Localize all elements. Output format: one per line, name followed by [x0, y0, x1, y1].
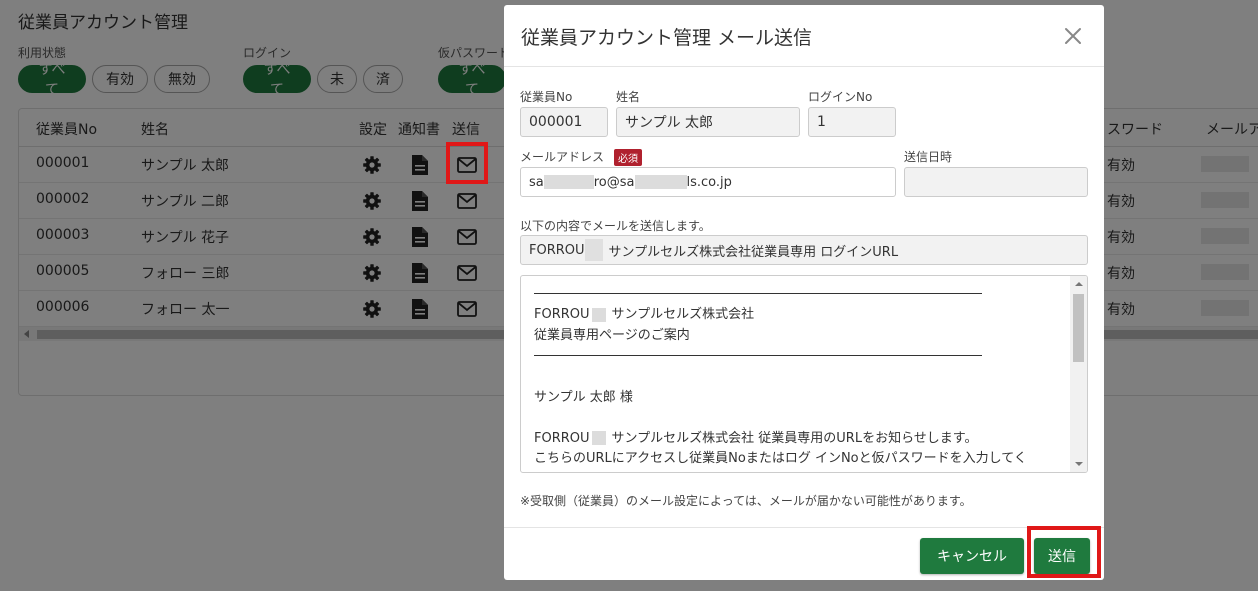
- divider: [534, 293, 982, 294]
- cancel-button[interactable]: キャンセル: [920, 538, 1024, 574]
- send-mail-dialog: 従業員アカウント管理 メール送信 従業員No 000001 姓名 サンプル 太郎…: [504, 5, 1104, 580]
- mail-body-content: FORROU サンプルセルズ株式会社 従業員専用ページのご案内 サンプル 太郎 様…: [534, 284, 1064, 470]
- dialog-header: 従業員アカウント管理 メール送信: [504, 5, 1104, 67]
- body-company-prefix: FORROU: [534, 307, 590, 322]
- subject-label: 以下の内容でメールを送信します。: [520, 219, 711, 233]
- body-guide-line: 従業員専用ページのご案内: [534, 327, 690, 343]
- sent-date-label: 送信日時: [904, 150, 953, 164]
- body-instruction-line: こちらのURLにアクセスし従業員Noまたはログ インNoと仮パスワードを入力して…: [534, 451, 1027, 466]
- login-no-label: ログインNo: [808, 90, 873, 104]
- email-mask: [634, 175, 687, 189]
- dialog-title: 従業員アカウント管理 メール送信: [521, 27, 813, 49]
- email-part-2: ro@sa: [593, 174, 635, 190]
- subject-input[interactable]: FORROU サンプルセルズ株式会社従業員専用 ログインURL: [520, 235, 1088, 265]
- subject-prefix: FORROU: [529, 242, 585, 258]
- subject-mask: [584, 239, 603, 261]
- body-company-suffix: サンプルセルズ株式会社: [611, 307, 755, 322]
- body-intro-line: FORROU サンプルセルズ株式会社 従業員専用のURLをお知らせします。: [534, 429, 1064, 450]
- body-intro-prefix: FORROU: [534, 430, 590, 446]
- email-part-3: ls.co.jp: [686, 174, 732, 190]
- employee-no-label: 従業員No: [520, 90, 573, 104]
- divider: [534, 355, 982, 356]
- email-label-text: メールアドレス: [520, 150, 605, 164]
- close-icon[interactable]: [1062, 25, 1084, 47]
- email-part-1: sa: [529, 174, 544, 190]
- sent-date-field: [904, 167, 1088, 197]
- body-mask: [591, 431, 606, 445]
- body-intro-suffix: サンプルセルズ株式会社 従業員専用のURLをお知らせします。: [611, 430, 978, 446]
- highlight-send-icon: [446, 142, 488, 184]
- body-greeting-line: サンプル 太郎 様: [534, 389, 633, 405]
- scrollbar-thumb[interactable]: [1073, 294, 1084, 362]
- email-label: メールアドレス 必須: [520, 148, 643, 166]
- login-no-field: 1: [808, 107, 896, 137]
- mail-body-textarea[interactable]: FORROU サンプルセルズ株式会社 従業員専用ページのご案内 サンプル 太郎 様…: [520, 275, 1088, 473]
- mail-body-scrollbar[interactable]: [1070, 276, 1087, 472]
- highlight-send-button: [1027, 526, 1101, 578]
- subject-rest: サンプルセルズ株式会社従業員専用 ログインURL: [608, 244, 899, 260]
- name-field: サンプル 太郎: [616, 107, 800, 137]
- delivery-note: ※受取側（従業員）のメール設定によっては、メールが届かない可能性があります。: [520, 494, 972, 508]
- body-company-line: FORROU サンプルセルズ株式会社: [534, 305, 1064, 326]
- email-input[interactable]: sa ro@sa ls.co.jp: [520, 167, 896, 197]
- name-label: 姓名: [616, 90, 641, 104]
- required-badge: 必須: [614, 149, 643, 166]
- scroll-up-arrow-icon[interactable]: [1075, 282, 1083, 286]
- scroll-down-arrow-icon[interactable]: [1075, 462, 1083, 466]
- body-mask: [591, 307, 606, 322]
- dialog-footer: キャンセル 送信: [504, 527, 1104, 580]
- employee-no-field: 000001: [520, 107, 608, 137]
- email-mask: [543, 175, 594, 189]
